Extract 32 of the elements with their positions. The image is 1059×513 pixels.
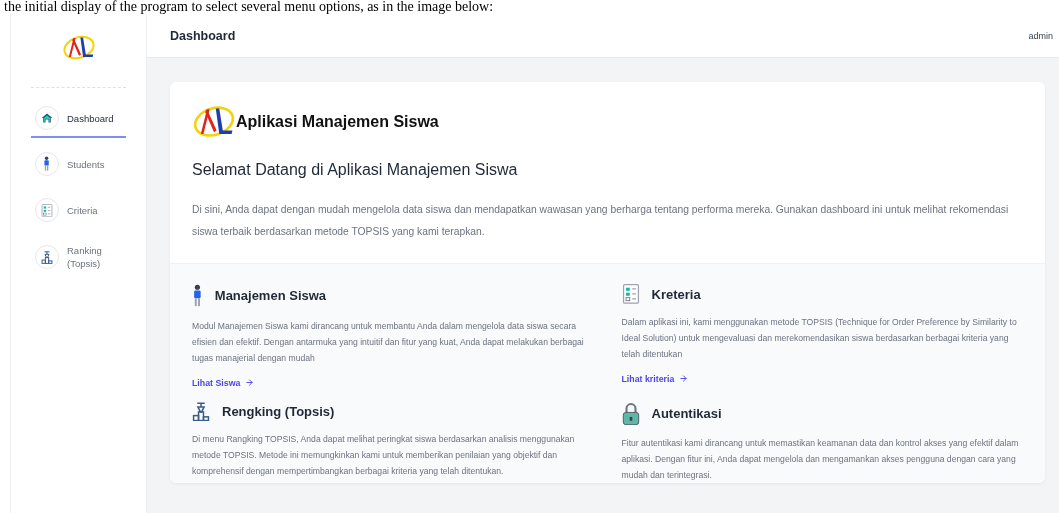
feature-text: Dalam aplikasi ini, kami menggunakan metode TOPSIS (Technique for Order Preference by Similarity to Ideal Solution) untuk mengevaluasi dan merekomendasikan siswa berdasarkan berbagai kriteria yang telah ditentukan bbox=[621, 316, 1018, 361]
student-icon bbox=[192, 284, 203, 308]
nav-item[interactable]: Ranking (Topsis) bbox=[31, 240, 126, 279]
checklist-icon bbox=[621, 284, 640, 304]
feature-title: Manajemen Siswa bbox=[214, 288, 327, 304]
student-icon bbox=[43, 156, 51, 172]
arrow-right-icon bbox=[245, 378, 255, 388]
feature-title: Autentikasi bbox=[651, 405, 722, 421]
welcome-heading: Selamat Datang di Aplikasi Manajemen Siswa bbox=[192, 161, 519, 180]
logo-icon bbox=[192, 104, 236, 140]
user-name[interactable]: admin bbox=[1028, 30, 1053, 41]
welcome-text: Di sini, Anda dapat dengan mudah mengelola data siswa dan mendapatkan wawasan yang berharga tentang performa mereka. Gunakan dashboard ini untuk melihat rekomendasi siswa terbaik berdasarkan metode TOPSIS yang kami terapkan. bbox=[192, 203, 1010, 240]
nav-item[interactable]: Dashboard bbox=[31, 102, 126, 139]
feature-text: Modul Manajemen Siswa kami dirancang untuk membantu Anda dalam mengelola data siswa secara efisien dan efektif. Dengan antarmuka yang intuitif dan fitur yang kuat, Anda dapat melakukan berbagai tugas manajerial dengan mudah bbox=[192, 319, 585, 365]
nav-item[interactable]: Students bbox=[31, 148, 126, 185]
document-caption: the initial display of the program to select several menu options, as in the image below: bbox=[3, 0, 495, 14]
podium-icon bbox=[192, 401, 210, 422]
arrow-right-icon bbox=[679, 374, 689, 384]
page-title: Dashboard bbox=[170, 28, 236, 43]
feature-text: Fitur autentikasi kami dirancang untuk memastikan keamanan data dan kontrol akses yang efektif dalam aplikasi. Dengan fitur ini, Anda dapat mengelola dan mengamankan akses pengguna dengan cara yang mudah dan terintegrasi. bbox=[621, 436, 1020, 482]
podium-icon bbox=[41, 250, 53, 264]
feature-link[interactable]: Lihat kriteria bbox=[621, 374, 689, 384]
feature-title: Kreteria bbox=[651, 286, 701, 302]
feature-link[interactable]: Lihat Siswa bbox=[192, 377, 255, 388]
app-name: Aplikasi Manajemen Siswa bbox=[236, 112, 439, 131]
logo-icon bbox=[61, 34, 96, 62]
home-icon bbox=[41, 112, 53, 125]
padlock-icon bbox=[621, 401, 640, 425]
checklist-icon bbox=[41, 203, 53, 217]
nav-item[interactable]: Criteria bbox=[31, 194, 126, 231]
feature-title: Rengking (Topsis) bbox=[222, 403, 335, 419]
feature-text: Di menu Rangking TOPSIS, Anda dapat melihat peringkat siswa berdasarkan analisis menggunakan metode TOPSIS. Metode ini memungkinkan kami untuk memberikan penilaian yang objektif dan komprehensif dengan mempertimbangkan berbagai kriteria yang telah ditentukan. bbox=[192, 433, 576, 479]
